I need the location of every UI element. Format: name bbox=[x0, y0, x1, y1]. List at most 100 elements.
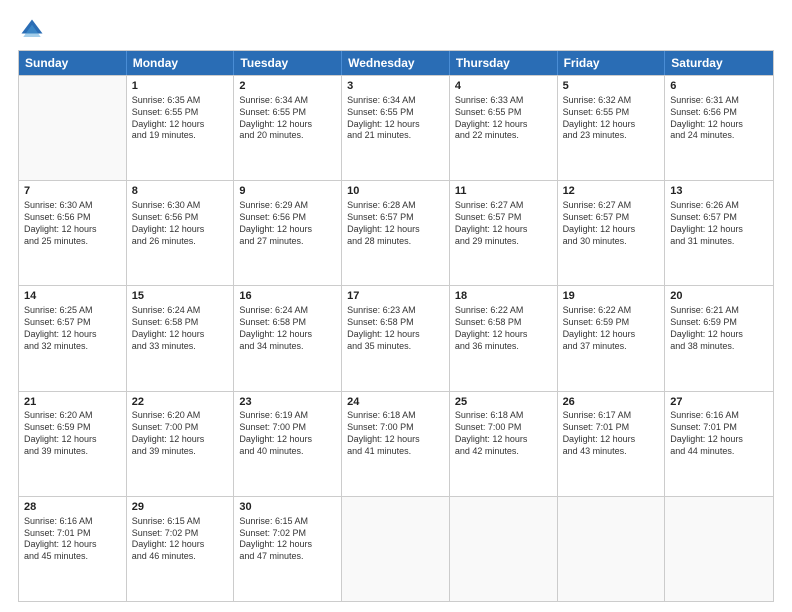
header-day-tuesday: Tuesday bbox=[234, 51, 342, 75]
day-info: Sunrise: 6:33 AM Sunset: 6:55 PM Dayligh… bbox=[455, 95, 552, 143]
calendar-body: 1Sunrise: 6:35 AM Sunset: 6:55 PM Daylig… bbox=[19, 75, 773, 601]
day-info: Sunrise: 6:35 AM Sunset: 6:55 PM Dayligh… bbox=[132, 95, 229, 143]
day-info: Sunrise: 6:15 AM Sunset: 7:02 PM Dayligh… bbox=[239, 516, 336, 564]
day-cell-7: 7Sunrise: 6:30 AM Sunset: 6:56 PM Daylig… bbox=[19, 181, 127, 285]
calendar-row-2: 7Sunrise: 6:30 AM Sunset: 6:56 PM Daylig… bbox=[19, 180, 773, 285]
day-info: Sunrise: 6:26 AM Sunset: 6:57 PM Dayligh… bbox=[670, 200, 768, 248]
header-day-sunday: Sunday bbox=[19, 51, 127, 75]
day-number: 3 bbox=[347, 79, 444, 94]
day-info: Sunrise: 6:18 AM Sunset: 7:00 PM Dayligh… bbox=[455, 410, 552, 458]
day-info: Sunrise: 6:29 AM Sunset: 6:56 PM Dayligh… bbox=[239, 200, 336, 248]
calendar-header: SundayMondayTuesdayWednesdayThursdayFrid… bbox=[19, 51, 773, 75]
day-cell-20: 20Sunrise: 6:21 AM Sunset: 6:59 PM Dayli… bbox=[665, 286, 773, 390]
calendar-row-4: 21Sunrise: 6:20 AM Sunset: 6:59 PM Dayli… bbox=[19, 391, 773, 496]
day-cell-11: 11Sunrise: 6:27 AM Sunset: 6:57 PM Dayli… bbox=[450, 181, 558, 285]
day-cell-21: 21Sunrise: 6:20 AM Sunset: 6:59 PM Dayli… bbox=[19, 392, 127, 496]
day-cell-2: 2Sunrise: 6:34 AM Sunset: 6:55 PM Daylig… bbox=[234, 76, 342, 180]
calendar-row-3: 14Sunrise: 6:25 AM Sunset: 6:57 PM Dayli… bbox=[19, 285, 773, 390]
day-info: Sunrise: 6:20 AM Sunset: 6:59 PM Dayligh… bbox=[24, 410, 121, 458]
logo bbox=[18, 16, 50, 44]
day-number: 23 bbox=[239, 395, 336, 410]
empty-cell bbox=[665, 497, 773, 601]
day-number: 17 bbox=[347, 289, 444, 304]
day-number: 26 bbox=[563, 395, 660, 410]
day-cell-28: 28Sunrise: 6:16 AM Sunset: 7:01 PM Dayli… bbox=[19, 497, 127, 601]
day-number: 28 bbox=[24, 500, 121, 515]
day-number: 22 bbox=[132, 395, 229, 410]
day-number: 7 bbox=[24, 184, 121, 199]
day-cell-10: 10Sunrise: 6:28 AM Sunset: 6:57 PM Dayli… bbox=[342, 181, 450, 285]
empty-cell bbox=[19, 76, 127, 180]
page: SundayMondayTuesdayWednesdayThursdayFrid… bbox=[0, 0, 792, 612]
day-info: Sunrise: 6:23 AM Sunset: 6:58 PM Dayligh… bbox=[347, 305, 444, 353]
day-number: 24 bbox=[347, 395, 444, 410]
header-day-friday: Friday bbox=[558, 51, 666, 75]
day-cell-6: 6Sunrise: 6:31 AM Sunset: 6:56 PM Daylig… bbox=[665, 76, 773, 180]
day-cell-8: 8Sunrise: 6:30 AM Sunset: 6:56 PM Daylig… bbox=[127, 181, 235, 285]
day-cell-23: 23Sunrise: 6:19 AM Sunset: 7:00 PM Dayli… bbox=[234, 392, 342, 496]
day-cell-22: 22Sunrise: 6:20 AM Sunset: 7:00 PM Dayli… bbox=[127, 392, 235, 496]
day-cell-26: 26Sunrise: 6:17 AM Sunset: 7:01 PM Dayli… bbox=[558, 392, 666, 496]
day-number: 15 bbox=[132, 289, 229, 304]
day-number: 11 bbox=[455, 184, 552, 199]
empty-cell bbox=[450, 497, 558, 601]
day-info: Sunrise: 6:28 AM Sunset: 6:57 PM Dayligh… bbox=[347, 200, 444, 248]
day-number: 1 bbox=[132, 79, 229, 94]
day-cell-9: 9Sunrise: 6:29 AM Sunset: 6:56 PM Daylig… bbox=[234, 181, 342, 285]
day-cell-18: 18Sunrise: 6:22 AM Sunset: 6:58 PM Dayli… bbox=[450, 286, 558, 390]
day-info: Sunrise: 6:19 AM Sunset: 7:00 PM Dayligh… bbox=[239, 410, 336, 458]
day-info: Sunrise: 6:24 AM Sunset: 6:58 PM Dayligh… bbox=[239, 305, 336, 353]
day-info: Sunrise: 6:15 AM Sunset: 7:02 PM Dayligh… bbox=[132, 516, 229, 564]
day-cell-19: 19Sunrise: 6:22 AM Sunset: 6:59 PM Dayli… bbox=[558, 286, 666, 390]
day-info: Sunrise: 6:22 AM Sunset: 6:58 PM Dayligh… bbox=[455, 305, 552, 353]
day-info: Sunrise: 6:18 AM Sunset: 7:00 PM Dayligh… bbox=[347, 410, 444, 458]
day-info: Sunrise: 6:30 AM Sunset: 6:56 PM Dayligh… bbox=[24, 200, 121, 248]
day-number: 8 bbox=[132, 184, 229, 199]
day-info: Sunrise: 6:16 AM Sunset: 7:01 PM Dayligh… bbox=[24, 516, 121, 564]
calendar-row-1: 1Sunrise: 6:35 AM Sunset: 6:55 PM Daylig… bbox=[19, 75, 773, 180]
day-cell-24: 24Sunrise: 6:18 AM Sunset: 7:00 PM Dayli… bbox=[342, 392, 450, 496]
day-cell-30: 30Sunrise: 6:15 AM Sunset: 7:02 PM Dayli… bbox=[234, 497, 342, 601]
day-number: 2 bbox=[239, 79, 336, 94]
day-cell-4: 4Sunrise: 6:33 AM Sunset: 6:55 PM Daylig… bbox=[450, 76, 558, 180]
day-number: 12 bbox=[563, 184, 660, 199]
day-cell-17: 17Sunrise: 6:23 AM Sunset: 6:58 PM Dayli… bbox=[342, 286, 450, 390]
day-number: 4 bbox=[455, 79, 552, 94]
day-info: Sunrise: 6:17 AM Sunset: 7:01 PM Dayligh… bbox=[563, 410, 660, 458]
day-cell-15: 15Sunrise: 6:24 AM Sunset: 6:58 PM Dayli… bbox=[127, 286, 235, 390]
day-info: Sunrise: 6:31 AM Sunset: 6:56 PM Dayligh… bbox=[670, 95, 768, 143]
day-info: Sunrise: 6:32 AM Sunset: 6:55 PM Dayligh… bbox=[563, 95, 660, 143]
day-info: Sunrise: 6:24 AM Sunset: 6:58 PM Dayligh… bbox=[132, 305, 229, 353]
day-number: 6 bbox=[670, 79, 768, 94]
header-day-thursday: Thursday bbox=[450, 51, 558, 75]
day-info: Sunrise: 6:34 AM Sunset: 6:55 PM Dayligh… bbox=[239, 95, 336, 143]
day-number: 13 bbox=[670, 184, 768, 199]
day-info: Sunrise: 6:25 AM Sunset: 6:57 PM Dayligh… bbox=[24, 305, 121, 353]
day-cell-14: 14Sunrise: 6:25 AM Sunset: 6:57 PM Dayli… bbox=[19, 286, 127, 390]
day-number: 25 bbox=[455, 395, 552, 410]
header-day-monday: Monday bbox=[127, 51, 235, 75]
header-day-wednesday: Wednesday bbox=[342, 51, 450, 75]
day-number: 20 bbox=[670, 289, 768, 304]
day-number: 29 bbox=[132, 500, 229, 515]
calendar: SundayMondayTuesdayWednesdayThursdayFrid… bbox=[18, 50, 774, 602]
day-info: Sunrise: 6:34 AM Sunset: 6:55 PM Dayligh… bbox=[347, 95, 444, 143]
day-info: Sunrise: 6:21 AM Sunset: 6:59 PM Dayligh… bbox=[670, 305, 768, 353]
day-cell-13: 13Sunrise: 6:26 AM Sunset: 6:57 PM Dayli… bbox=[665, 181, 773, 285]
day-info: Sunrise: 6:27 AM Sunset: 6:57 PM Dayligh… bbox=[563, 200, 660, 248]
day-info: Sunrise: 6:16 AM Sunset: 7:01 PM Dayligh… bbox=[670, 410, 768, 458]
day-cell-5: 5Sunrise: 6:32 AM Sunset: 6:55 PM Daylig… bbox=[558, 76, 666, 180]
day-cell-12: 12Sunrise: 6:27 AM Sunset: 6:57 PM Dayli… bbox=[558, 181, 666, 285]
calendar-row-5: 28Sunrise: 6:16 AM Sunset: 7:01 PM Dayli… bbox=[19, 496, 773, 601]
header bbox=[18, 16, 774, 44]
day-number: 18 bbox=[455, 289, 552, 304]
logo-icon bbox=[18, 16, 46, 44]
day-number: 10 bbox=[347, 184, 444, 199]
day-number: 9 bbox=[239, 184, 336, 199]
day-cell-1: 1Sunrise: 6:35 AM Sunset: 6:55 PM Daylig… bbox=[127, 76, 235, 180]
empty-cell bbox=[342, 497, 450, 601]
day-number: 21 bbox=[24, 395, 121, 410]
day-info: Sunrise: 6:27 AM Sunset: 6:57 PM Dayligh… bbox=[455, 200, 552, 248]
day-cell-16: 16Sunrise: 6:24 AM Sunset: 6:58 PM Dayli… bbox=[234, 286, 342, 390]
day-number: 14 bbox=[24, 289, 121, 304]
